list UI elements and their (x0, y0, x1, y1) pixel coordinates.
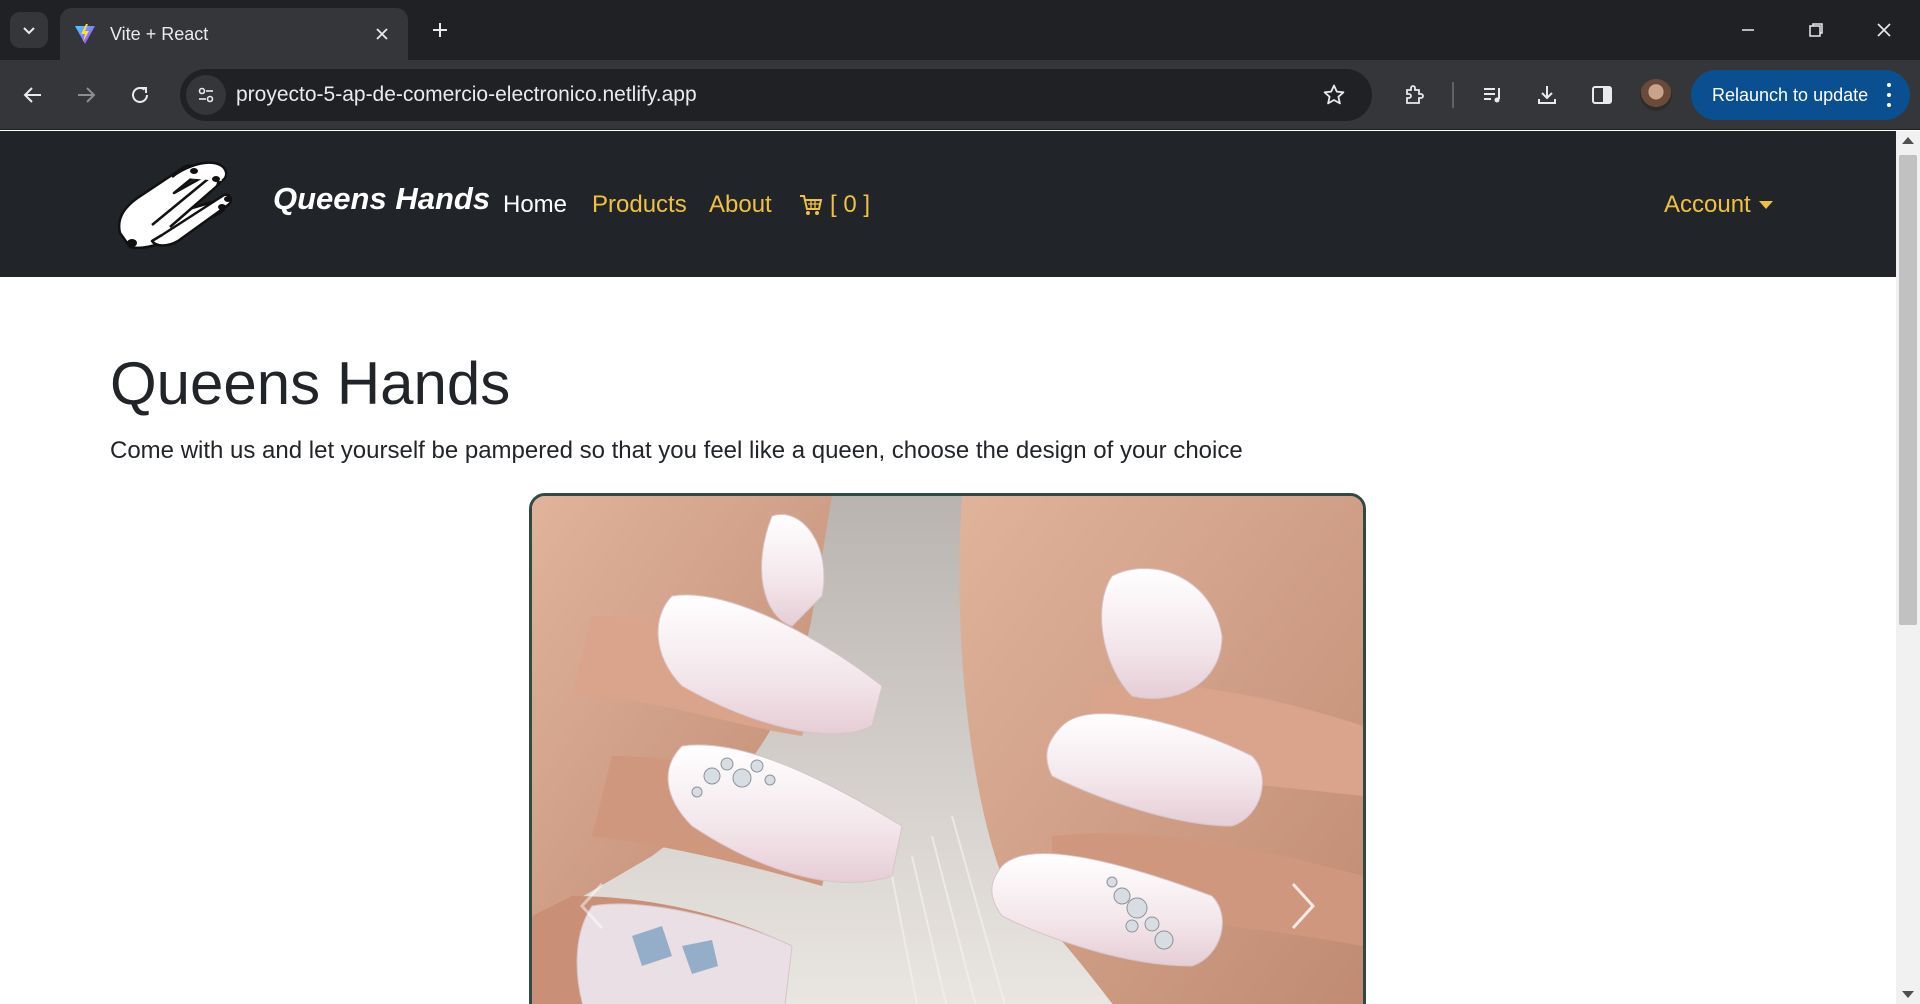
hero-subtitle: Come with us and let yourself be pampere… (110, 437, 1243, 464)
product-carousel[interactable] (529, 493, 1366, 1004)
bookmark-button[interactable] (1314, 75, 1354, 115)
minimize-icon (1742, 29, 1754, 31)
site-navbar: Queens Hands Home Products About [ 0 ] A… (0, 131, 1896, 277)
forward-button[interactable] (66, 75, 106, 115)
hero-title: Queens Hands (110, 350, 511, 417)
browser-toolbar: proyecto-5-ap-de-comercio-electronico.ne… (0, 60, 1920, 130)
extensions-icon (1406, 85, 1424, 104)
download-icon (1538, 86, 1556, 104)
account-dropdown[interactable]: Account (1664, 191, 1773, 219)
scroll-thumb[interactable] (1899, 155, 1917, 625)
side-panel-icon (1592, 86, 1612, 104)
hands-logo[interactable] (112, 155, 238, 255)
downloads-button[interactable] (1527, 75, 1567, 115)
scroll-up-arrow[interactable] (1902, 137, 1914, 144)
relaunch-label: Relaunch to update (1712, 84, 1869, 105)
carousel-prev-icon[interactable] (572, 876, 612, 936)
cart-icon (800, 195, 823, 215)
plus-icon (433, 23, 447, 37)
account-label: Account (1664, 191, 1751, 218)
vite-favicon-icon (75, 24, 95, 44)
more-menu-icon (1886, 83, 1892, 107)
page-viewport: Queens Hands Home Products About [ 0 ] A… (0, 131, 1896, 1004)
address-bar[interactable]: proyecto-5-ap-de-comercio-electronico.ne… (180, 69, 1372, 121)
relaunch-button[interactable]: Relaunch to update (1691, 70, 1910, 120)
nav-home[interactable]: Home (503, 191, 567, 219)
nav-cart[interactable]: [ 0 ] (798, 191, 870, 219)
media-button[interactable] (1473, 75, 1513, 115)
close-tab-button[interactable] (370, 22, 394, 46)
nav-about[interactable]: About (709, 191, 772, 219)
forward-icon (78, 87, 96, 103)
browser-tab[interactable]: Vite + React (60, 8, 408, 60)
profile-avatar[interactable] (1640, 79, 1672, 111)
tab-search-button[interactable] (10, 12, 48, 48)
nav-products[interactable]: Products (592, 191, 687, 219)
restore-icon (1809, 23, 1823, 37)
restore-button[interactable] (1792, 10, 1840, 50)
nail-design-image (532, 496, 1363, 1004)
carousel-next-icon[interactable] (1283, 876, 1323, 936)
site-settings-icon (198, 87, 214, 103)
back-icon (23, 87, 41, 103)
chevron-down-icon (23, 27, 35, 35)
caret-down-icon (1758, 201, 1773, 209)
close-icon (376, 28, 388, 40)
cart-count: [ 0 ] (830, 191, 871, 218)
scroll-down-arrow[interactable] (1902, 991, 1914, 998)
close-window-button[interactable] (1860, 10, 1908, 50)
back-button[interactable] (13, 75, 53, 115)
new-tab-button[interactable] (424, 14, 456, 46)
page-scrollbar[interactable] (1896, 131, 1920, 1004)
bookmark-star-icon (1323, 84, 1345, 105)
tab-title: Vite + React (110, 23, 209, 44)
extensions-button[interactable] (1394, 75, 1434, 115)
side-panel-button[interactable] (1582, 75, 1622, 115)
site-settings-button[interactable] (186, 75, 226, 115)
close-icon (1877, 23, 1891, 37)
media-icon (1484, 88, 1500, 103)
reload-icon (132, 86, 148, 103)
reload-button[interactable] (120, 75, 160, 115)
url-text[interactable]: proyecto-5-ap-de-comercio-electronico.ne… (236, 83, 1314, 107)
minimize-button[interactable] (1724, 10, 1772, 50)
toolbar-separator (1452, 82, 1454, 108)
brand-name[interactable]: Queens Hands (273, 181, 490, 217)
tab-strip: Vite + React (0, 0, 1920, 60)
